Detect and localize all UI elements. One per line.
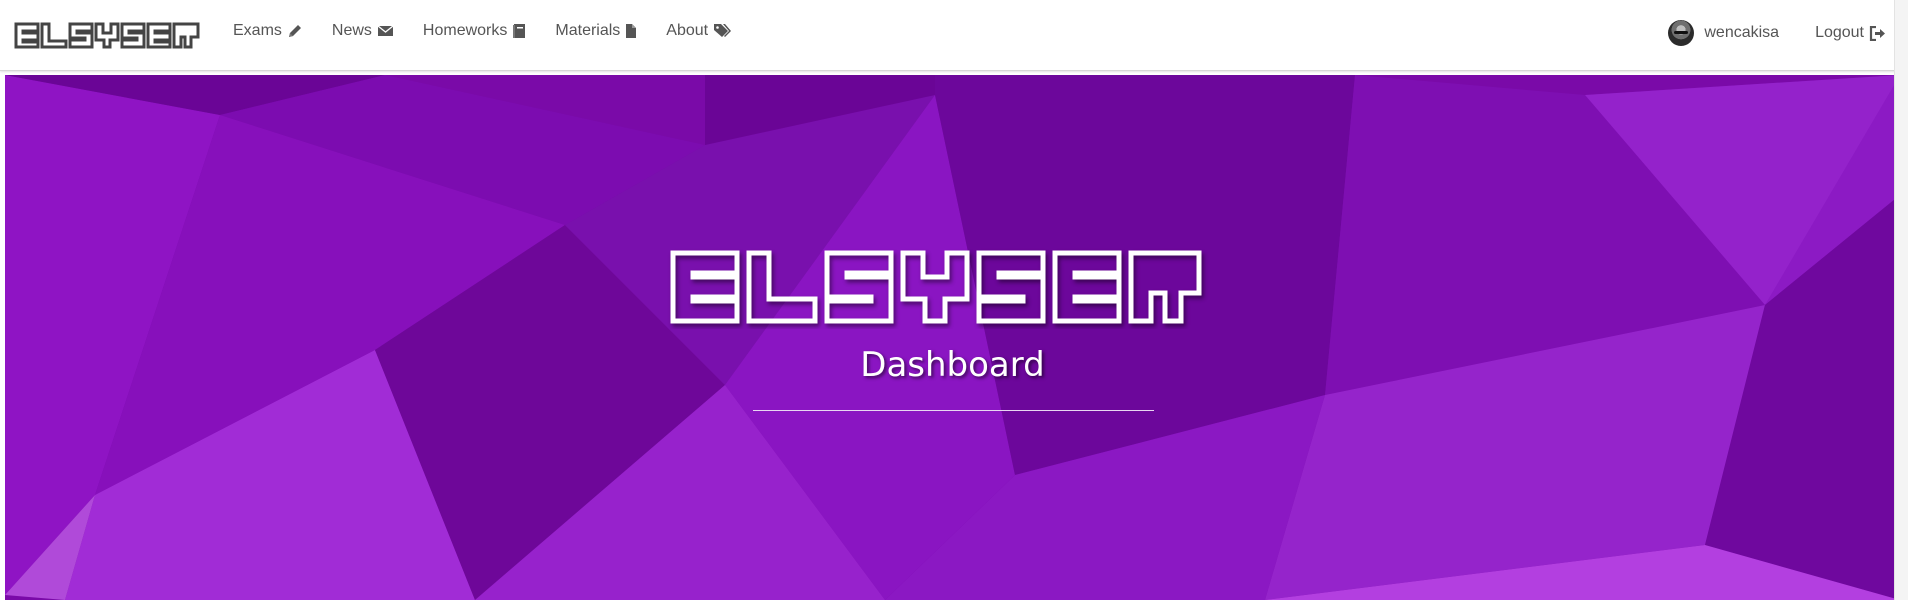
book-icon: [512, 23, 526, 39]
nav-materials-label: Materials: [555, 22, 621, 39]
tags-icon: [713, 23, 732, 39]
sign-out-icon: [1869, 25, 1886, 41]
main-nav: Exams News Homeworks Materials About: [233, 0, 761, 62]
logout-button[interactable]: Logout: [1815, 24, 1886, 42]
nav-homeworks[interactable]: Homeworks: [423, 22, 526, 40]
user-menu[interactable]: wencakisa: [1668, 20, 1779, 46]
logout-label: Logout: [1815, 24, 1864, 41]
nav-homeworks-label: Homeworks: [422, 22, 508, 39]
nav-news[interactable]: News: [332, 22, 394, 40]
envelope-icon: [377, 24, 394, 38]
username: wencakisa: [1704, 24, 1780, 41]
hero-logo: [670, 250, 1202, 324]
hero-polygon-background: [5, 75, 1900, 600]
page-title: Dashboard: [860, 345, 1045, 385]
nav-exams-label: Exams: [233, 22, 282, 39]
nav-news-label: News: [331, 22, 372, 39]
hero-banner: Dashboard: [5, 75, 1900, 600]
pencil-icon: [287, 23, 303, 39]
nav-right: wencakisa Logout: [1668, 0, 1908, 66]
nav-materials[interactable]: Materials: [555, 22, 637, 40]
avatar: [1668, 20, 1695, 46]
top-navbar: Exams News Homeworks Materials About wen…: [0, 0, 1908, 71]
brand-logo[interactable]: [14, 20, 202, 50]
nav-about[interactable]: About: [666, 22, 732, 40]
nav-about-label: About: [666, 22, 709, 39]
file-icon: [625, 23, 637, 39]
nav-exams[interactable]: Exams: [233, 22, 303, 40]
page-scrollbar[interactable]: [1894, 0, 1908, 600]
title-divider: [753, 410, 1154, 411]
